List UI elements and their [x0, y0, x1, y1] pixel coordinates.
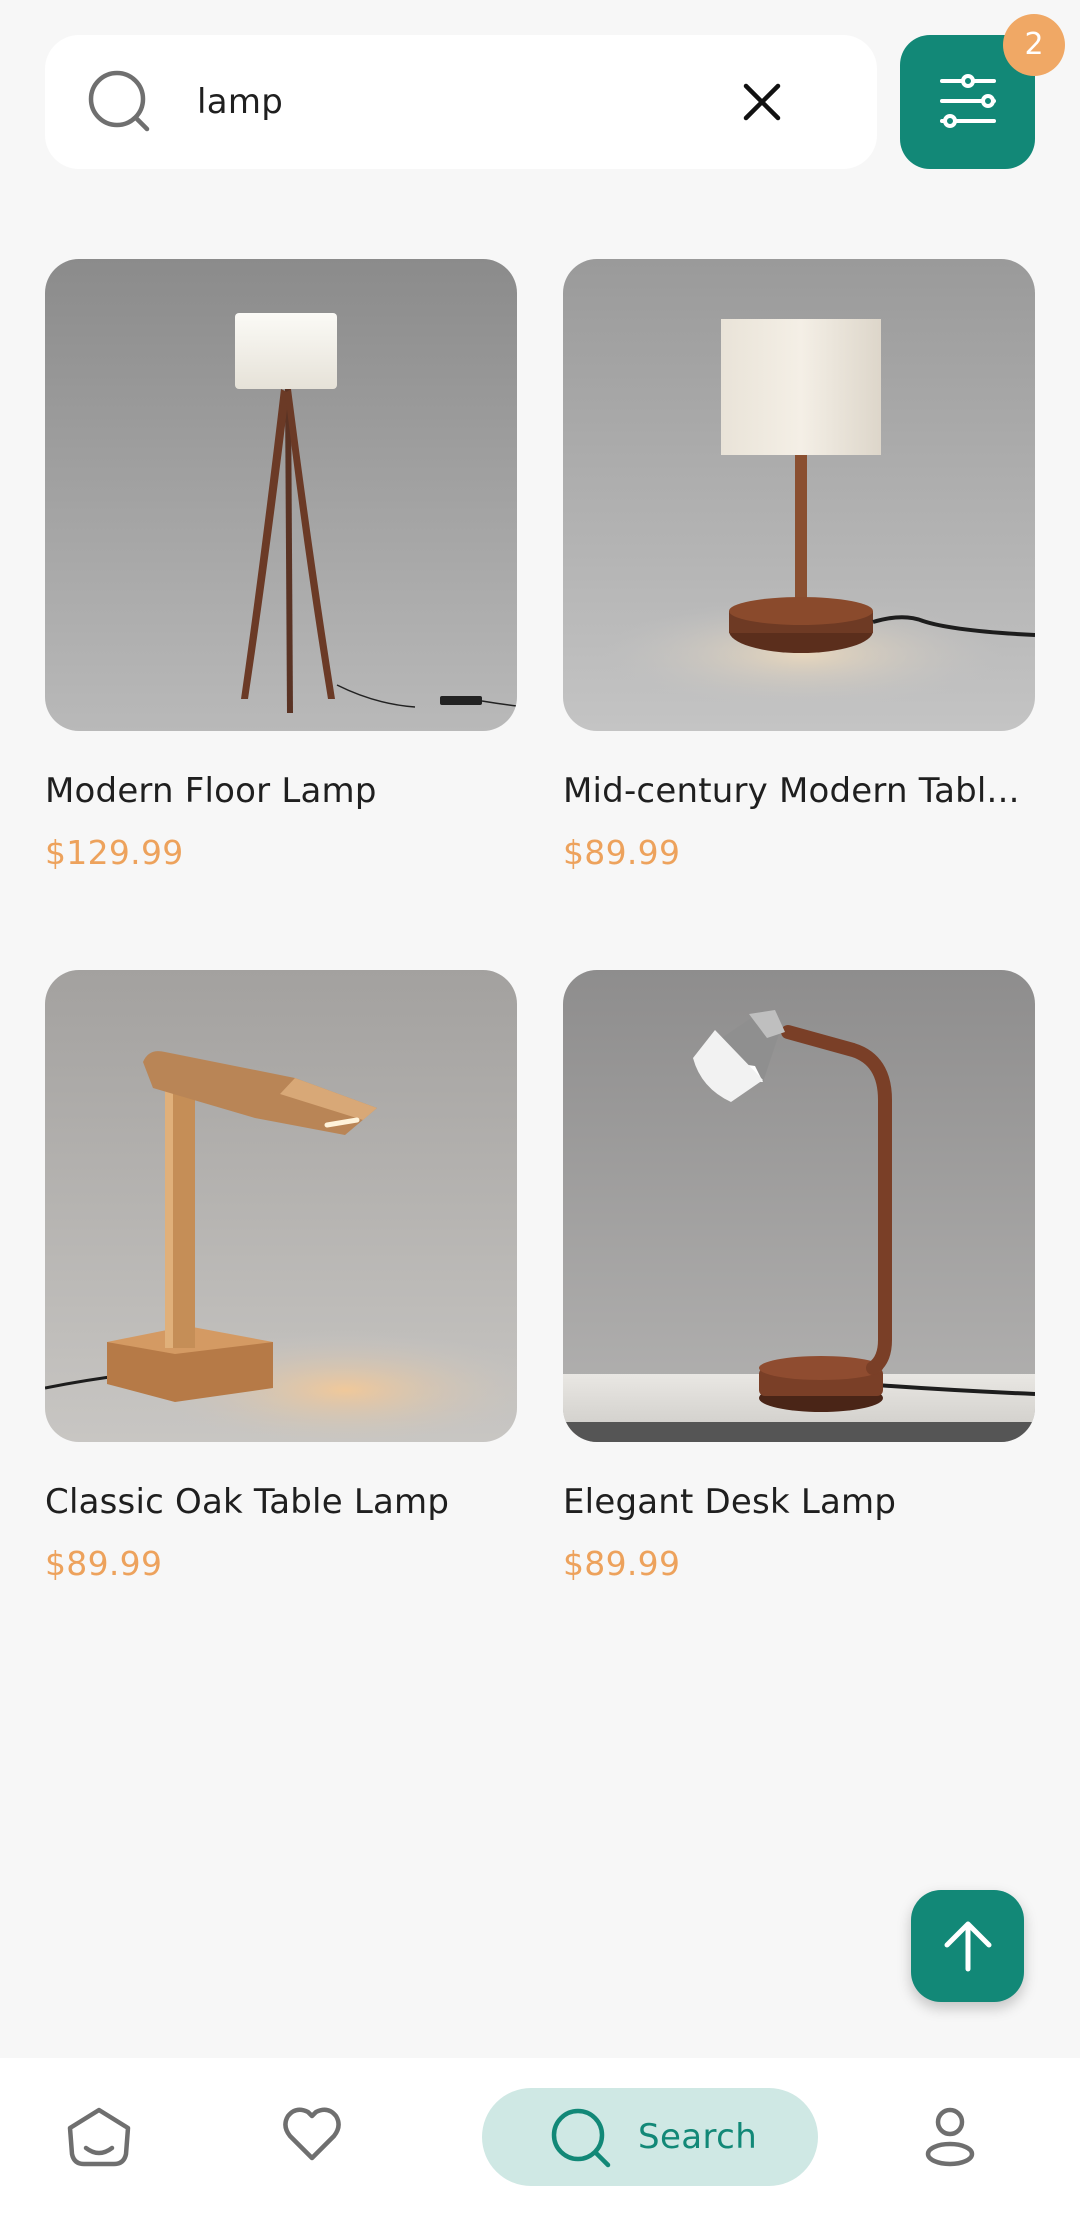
heart-icon: [283, 2107, 341, 2161]
nav-search-label: Search: [638, 2117, 758, 2157]
product-price: $89.99: [563, 833, 681, 872]
close-icon[interactable]: [737, 77, 787, 127]
search-bar[interactable]: lamp: [45, 35, 877, 169]
product-image[interactable]: [563, 259, 1035, 731]
product-price: $129.99: [45, 833, 184, 872]
user-icon: [925, 2107, 975, 2167]
product-image[interactable]: [45, 970, 517, 1442]
product-card[interactable]: Classic Oak Table Lamp $89.99: [45, 970, 517, 1583]
product-price: $89.99: [45, 1544, 163, 1583]
product-card[interactable]: Elegant Desk Lamp $89.99: [563, 970, 1035, 1583]
product-title[interactable]: Mid-century Modern Tabl...: [563, 769, 1035, 813]
scroll-to-top-button[interactable]: [911, 1890, 1024, 2002]
sliders-icon: [940, 74, 996, 128]
nav-profile[interactable]: [918, 2058, 998, 2216]
search-icon: [551, 2108, 611, 2168]
product-image[interactable]: [563, 970, 1035, 1442]
product-title[interactable]: Classic Oak Table Lamp: [45, 1480, 517, 1524]
filter-count-badge: 2: [1003, 14, 1065, 76]
product-image[interactable]: [45, 259, 517, 731]
nav-favorites[interactable]: [280, 2058, 358, 2216]
home-icon: [67, 2107, 131, 2167]
arrow-up-icon: [944, 1921, 992, 1972]
nav-home[interactable]: [60, 2058, 138, 2216]
bottom-navigation: Search: [0, 2058, 1080, 2216]
product-card[interactable]: Modern Floor Lamp $129.99: [45, 259, 517, 872]
product-card[interactable]: Mid-century Modern Tabl... $89.99: [563, 259, 1035, 872]
product-price: $89.99: [563, 1544, 681, 1583]
search-icon: [88, 70, 150, 132]
product-title[interactable]: Elegant Desk Lamp: [563, 1480, 1035, 1524]
search-input[interactable]: lamp: [197, 35, 283, 169]
product-title[interactable]: Modern Floor Lamp: [45, 769, 517, 813]
nav-search[interactable]: Search: [482, 2088, 818, 2186]
